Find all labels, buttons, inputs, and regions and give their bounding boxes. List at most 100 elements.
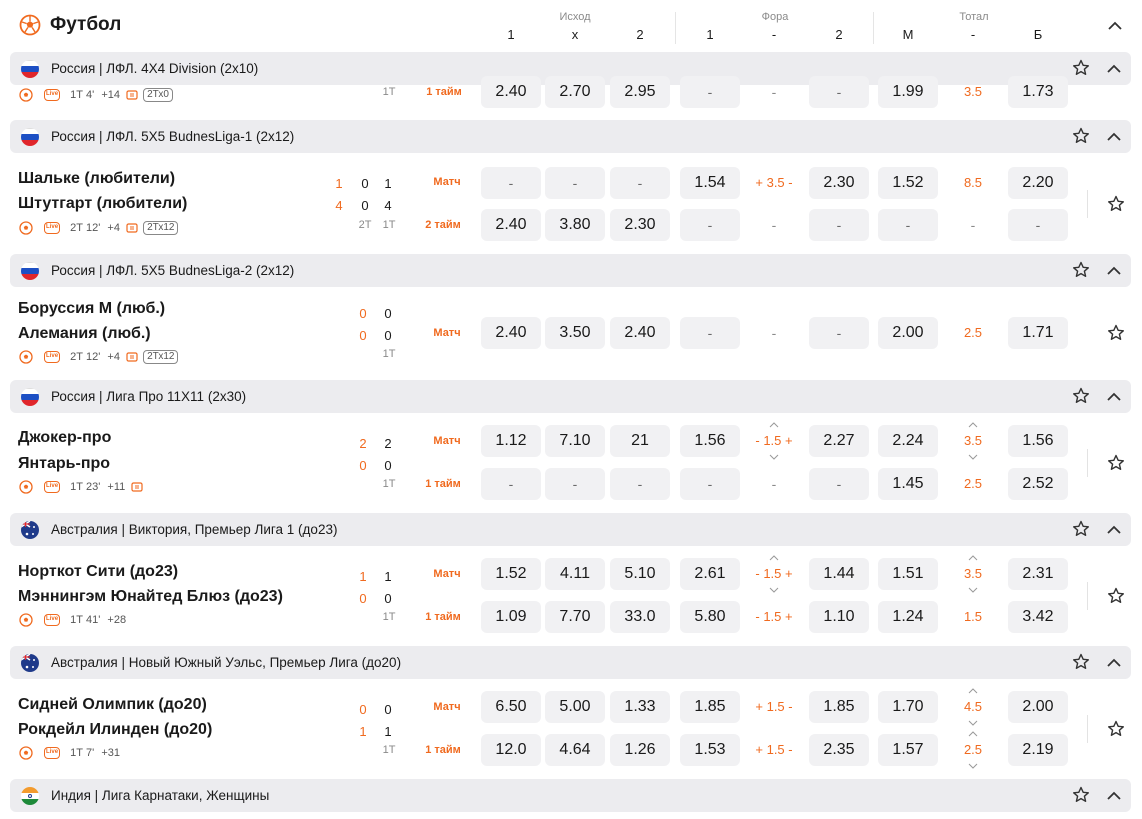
league-header[interactable]: Австралия | Виктория, Премьер Лига 1 (до…: [10, 513, 1131, 546]
odds-cell[interactable]: 1.54: [680, 167, 740, 199]
odds-cell[interactable]: 2.40: [481, 317, 541, 349]
more-markets[interactable]: +4: [107, 351, 120, 363]
chevron-up-icon[interactable]: [1104, 653, 1124, 673]
odds-cell[interactable]: 1.52: [878, 167, 938, 199]
star-icon[interactable]: [1106, 719, 1126, 739]
league-header[interactable]: Россия | Лига Про 11X11 (2x30): [10, 380, 1131, 413]
odds-cell[interactable]: 2.00: [878, 317, 938, 349]
league-header[interactable]: Австралия | Новый Южный Уэльс, Премьер Л…: [10, 646, 1131, 679]
chevron-up-icon[interactable]: [1104, 786, 1124, 806]
star-icon[interactable]: [1106, 453, 1126, 473]
more-markets[interactable]: +28: [107, 614, 126, 626]
odds-cell[interactable]: 1.51: [878, 558, 938, 590]
team-away[interactable]: Штутгарт (любители): [18, 195, 187, 213]
star-icon[interactable]: [1106, 586, 1126, 606]
odds-cell[interactable]: 2.00: [1008, 691, 1068, 723]
league-header[interactable]: Россия | ЛФЛ. 5X5 BudnesLiga-1 (2x12): [10, 120, 1131, 153]
odds-cell[interactable]: 1.10: [809, 601, 869, 633]
tv-icon[interactable]: [126, 351, 138, 363]
odds-cell[interactable]: 21: [610, 425, 670, 457]
odds-cell[interactable]: 2.40: [481, 209, 541, 241]
star-icon[interactable]: [1071, 785, 1091, 805]
chevron-up-icon[interactable]: [968, 422, 978, 428]
chevron-up-icon[interactable]: [1104, 261, 1124, 281]
odds-cell[interactable]: 1.12: [481, 425, 541, 457]
odds-cell[interactable]: 2.95: [610, 76, 670, 108]
tv-icon[interactable]: [131, 481, 143, 493]
more-markets[interactable]: +31: [101, 747, 120, 759]
odds-cell[interactable]: 2.20: [1008, 167, 1068, 199]
chevron-up-icon[interactable]: [968, 731, 978, 737]
odds-cell[interactable]: 2.19: [1008, 734, 1068, 766]
odds-cell[interactable]: 1.24: [878, 601, 938, 633]
odds-cell[interactable]: 3.50: [545, 317, 605, 349]
star-icon[interactable]: [1071, 519, 1091, 539]
odds-cell[interactable]: 2.30: [809, 167, 869, 199]
odds-cell[interactable]: 2.52: [1008, 468, 1068, 500]
odds-cell[interactable]: 1.44: [809, 558, 869, 590]
odds-cell[interactable]: 3.42: [1008, 601, 1068, 633]
odds-cell[interactable]: 2.40: [610, 317, 670, 349]
odds-cell[interactable]: 4.11: [545, 558, 605, 590]
chevron-up-icon[interactable]: [1104, 387, 1124, 407]
team-away[interactable]: Мэннингэм Юнайтед Блюз (до23): [18, 588, 283, 606]
chevron-up-icon[interactable]: [1104, 127, 1124, 147]
team-home[interactable]: Сидней Олимпик (до20): [18, 696, 207, 714]
odds-cell[interactable]: 1.70: [878, 691, 938, 723]
star-icon[interactable]: [1071, 386, 1091, 406]
chevron-down-icon[interactable]: [968, 587, 978, 593]
odds-cell[interactable]: 1.56: [680, 425, 740, 457]
chevron-down-icon[interactable]: [968, 720, 978, 726]
odds-cell[interactable]: 5.00: [545, 691, 605, 723]
odds-cell[interactable]: 2.61: [680, 558, 740, 590]
chevron-up-icon[interactable]: [968, 688, 978, 694]
chevron-up-icon[interactable]: [1104, 59, 1124, 79]
odds-cell[interactable]: 1.26: [610, 734, 670, 766]
odds-cell[interactable]: 2.40: [481, 76, 541, 108]
odds-cell[interactable]: 1.53: [680, 734, 740, 766]
chevron-up-icon[interactable]: [769, 422, 779, 428]
odds-cell[interactable]: 1.99: [878, 76, 938, 108]
more-markets[interactable]: +4: [107, 222, 120, 234]
odds-cell[interactable]: 1.57: [878, 734, 938, 766]
odds-cell[interactable]: 1.71: [1008, 317, 1068, 349]
odds-cell[interactable]: 1.52: [481, 558, 541, 590]
league-header[interactable]: Индия | Лига Карнатаки, Женщины: [10, 779, 1131, 812]
odds-cell[interactable]: 2.31: [1008, 558, 1068, 590]
star-icon[interactable]: [1106, 323, 1126, 343]
chevron-up-icon[interactable]: [769, 555, 779, 561]
chevron-down-icon[interactable]: [968, 763, 978, 769]
odds-cell[interactable]: 12.0: [481, 734, 541, 766]
odds-cell[interactable]: 6.50: [481, 691, 541, 723]
odds-cell[interactable]: 4.64: [545, 734, 605, 766]
team-home[interactable]: Норткот Сити (до23): [18, 563, 178, 581]
chevron-up-icon[interactable]: [968, 555, 978, 561]
star-icon[interactable]: [1071, 126, 1091, 146]
team-home[interactable]: Джокер-про: [18, 429, 111, 447]
chevron-down-icon[interactable]: [968, 454, 978, 460]
team-home[interactable]: Боруссия М (люб.): [18, 300, 165, 318]
odds-cell[interactable]: 1.33: [610, 691, 670, 723]
odds-cell[interactable]: 2.30: [610, 209, 670, 241]
team-away[interactable]: Алемания (люб.): [18, 325, 151, 343]
team-home[interactable]: Шальке (любители): [18, 170, 175, 188]
odds-cell[interactable]: 1.45: [878, 468, 938, 500]
chevron-up-icon[interactable]: [1104, 520, 1124, 540]
more-markets[interactable]: +11: [107, 481, 125, 493]
chevron-down-icon[interactable]: [769, 454, 779, 460]
odds-cell[interactable]: 1.85: [680, 691, 740, 723]
odds-cell[interactable]: 1.85: [809, 691, 869, 723]
odds-cell[interactable]: 7.10: [545, 425, 605, 457]
chevron-down-icon[interactable]: [769, 587, 779, 593]
odds-cell[interactable]: 5.80: [680, 601, 740, 633]
star-icon[interactable]: [1106, 194, 1126, 214]
team-away[interactable]: Рокдейл Илинден (до20): [18, 721, 212, 739]
chevron-up-icon[interactable]: [1105, 16, 1125, 36]
tv-icon[interactable]: [126, 89, 138, 101]
odds-cell[interactable]: 3.80: [545, 209, 605, 241]
odds-cell[interactable]: 7.70: [545, 601, 605, 633]
star-icon[interactable]: [1071, 260, 1091, 280]
odds-cell[interactable]: 1.73: [1008, 76, 1068, 108]
star-icon[interactable]: [1071, 652, 1091, 672]
odds-cell[interactable]: 33.0: [610, 601, 670, 633]
